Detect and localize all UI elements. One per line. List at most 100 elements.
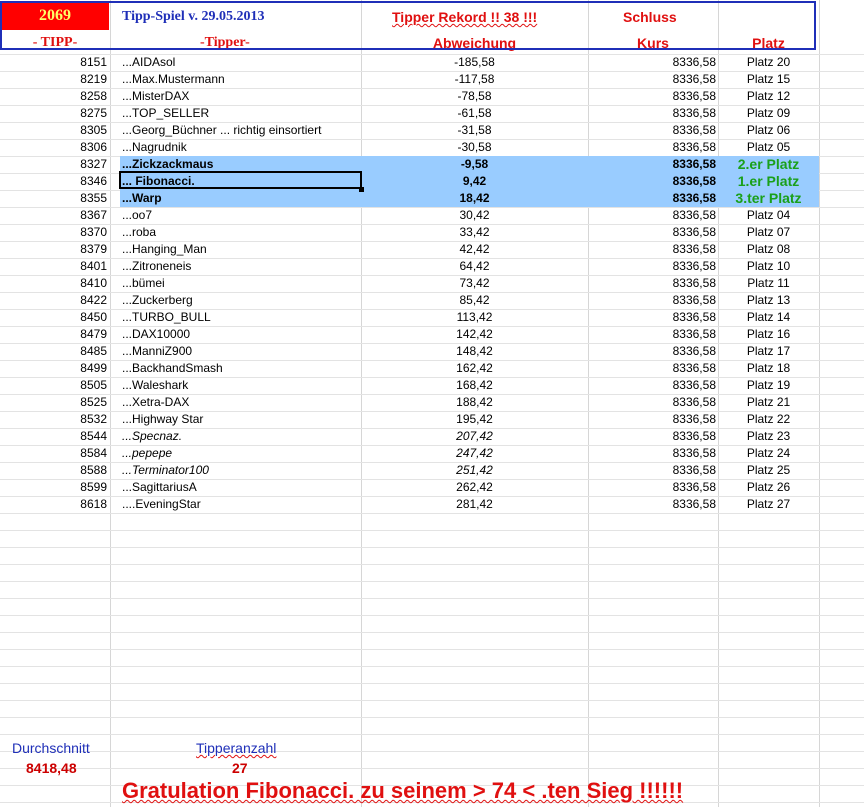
tipper-name-cell[interactable]: ...DAX10000 <box>122 326 360 343</box>
tipper-name-cell[interactable]: ...AIDAsol <box>122 54 360 71</box>
tipper-name-cell[interactable]: ...oo7 <box>122 207 360 224</box>
deviation-cell[interactable]: 247,42 <box>362 445 587 462</box>
platz-cell[interactable]: Platz 23 <box>719 428 818 445</box>
tipp-cell[interactable]: 8450 <box>0 309 107 326</box>
deviation-cell[interactable]: 262,42 <box>362 479 587 496</box>
tipper-name-cell[interactable]: ...TOP_SELLER <box>122 105 360 122</box>
kurs-cell[interactable]: 8336,58 <box>590 462 716 479</box>
kurs-cell[interactable]: 8336,58 <box>590 122 716 139</box>
tipp-cell[interactable]: 8410 <box>0 275 107 292</box>
kurs-cell[interactable]: 8336,58 <box>590 139 716 156</box>
table-row[interactable]: 8450 ...TURBO_BULL 113,42 8336,58 Platz 14 <box>0 309 864 326</box>
kurs-cell[interactable]: 8336,58 <box>590 326 716 343</box>
deviation-cell[interactable]: -78,58 <box>362 88 587 105</box>
platz-cell[interactable]: Platz 10 <box>719 258 818 275</box>
kurs-cell[interactable]: 8336,58 <box>590 428 716 445</box>
deviation-cell[interactable]: 33,42 <box>362 224 587 241</box>
tipp-cell[interactable]: 8525 <box>0 394 107 411</box>
average-value[interactable]: 8418,48 <box>26 760 77 776</box>
table-row[interactable]: 8306 ...Nagrudnik -30,58 8336,58 Platz 05 <box>0 139 864 156</box>
platz-cell[interactable]: Platz 18 <box>719 360 818 377</box>
kurs-cell[interactable]: 8336,58 <box>590 496 716 513</box>
deviation-cell[interactable]: 188,42 <box>362 394 587 411</box>
tipper-name-cell[interactable]: ...Hanging_Man <box>122 241 360 258</box>
deviation-cell[interactable]: 251,42 <box>362 462 587 479</box>
kurs-cell[interactable]: 8336,58 <box>590 411 716 428</box>
average-label[interactable]: Durchschnitt <box>12 740 90 756</box>
platz-cell[interactable]: Platz 08 <box>719 241 818 258</box>
platz-cell[interactable]: Platz 26 <box>719 479 818 496</box>
platz-cell[interactable]: Platz 15 <box>719 71 818 88</box>
platz-cell[interactable]: 2.er Platz <box>719 156 818 173</box>
platz-cell[interactable]: Platz 13 <box>719 292 818 309</box>
deviation-cell[interactable]: 64,42 <box>362 258 587 275</box>
table-row[interactable]: 8401 ...Zitroneneis 64,42 8336,58 Platz 10 <box>0 258 864 275</box>
kurs-cell[interactable]: 8336,58 <box>590 343 716 360</box>
tipp-cell[interactable]: 8327 <box>0 156 107 173</box>
tipper-count-value[interactable]: 27 <box>232 760 248 776</box>
deviation-cell[interactable]: 207,42 <box>362 428 587 445</box>
table-row[interactable]: 8588 ...Terminator100 251,42 8336,58 Platz 2… <box>0 462 864 479</box>
fill-handle[interactable] <box>359 187 364 192</box>
table-row[interactable]: 8599 ...SagittariusA 262,42 8336,58 Platz 26 <box>0 479 864 496</box>
tipp-cell[interactable]: 8305 <box>0 122 107 139</box>
platz-cell[interactable]: Platz 24 <box>719 445 818 462</box>
table-row[interactable]: 8410 ...bümei 73,42 8336,58 Platz 11 <box>0 275 864 292</box>
tipp-cell[interactable]: 8485 <box>0 343 107 360</box>
table-row[interactable]: 8422 ...Zuckerberg 85,42 8336,58 Platz 13 <box>0 292 864 309</box>
tipp-cell[interactable]: 8367 <box>0 207 107 224</box>
kurs-cell[interactable]: 8336,58 <box>590 54 716 71</box>
tipper-name-cell[interactable]: ...TURBO_BULL <box>122 309 360 326</box>
platz-cell[interactable]: Platz 06 <box>719 122 818 139</box>
kurs-cell[interactable]: 8336,58 <box>590 71 716 88</box>
table-row[interactable]: 8499 ...BackhandSmash 162,42 8336,58 Platz 1… <box>0 360 864 377</box>
table-row[interactable]: 8525 ...Xetra-DAX 188,42 8336,58 Platz 21 <box>0 394 864 411</box>
table-row[interactable]: 8219 ...Max.Mustermann -117,58 8336,58 Platz… <box>0 71 864 88</box>
platz-cell[interactable]: Platz 17 <box>719 343 818 360</box>
table-row[interactable]: 8275 ...TOP_SELLER -61,58 8336,58 Platz 09 <box>0 105 864 122</box>
kurs-cell[interactable]: 8336,58 <box>590 105 716 122</box>
deviation-cell[interactable]: -30,58 <box>362 139 587 156</box>
tipper-name-cell[interactable]: ....EveningStar <box>122 496 360 513</box>
table-row[interactable]: 8355 ...Warp 18,42 8336,58 3.ter Platz <box>0 190 864 207</box>
kurs-cell[interactable]: 8336,58 <box>590 394 716 411</box>
table-row[interactable]: 8379 ...Hanging_Man 42,42 8336,58 Platz 08 <box>0 241 864 258</box>
table-row[interactable]: 8305 ...Georg_Büchner ... richtig einsort… <box>0 122 864 139</box>
tipp-cell[interactable]: 8306 <box>0 139 107 156</box>
kurs-cell[interactable]: 8336,58 <box>590 224 716 241</box>
active-cell-selection[interactable] <box>119 171 362 189</box>
platz-cell[interactable]: Platz 25 <box>719 462 818 479</box>
tipper-name-cell[interactable]: ...Xetra-DAX <box>122 394 360 411</box>
deviation-cell[interactable]: -31,58 <box>362 122 587 139</box>
kurs-cell[interactable]: 8336,58 <box>590 156 716 173</box>
deviation-cell[interactable]: 42,42 <box>362 241 587 258</box>
tipp-cell[interactable]: 8618 <box>0 496 107 513</box>
deviation-cell[interactable]: 18,42 <box>362 190 587 207</box>
platz-cell[interactable]: Platz 12 <box>719 88 818 105</box>
kurs-cell[interactable]: 8336,58 <box>590 445 716 462</box>
table-row[interactable]: 8532 ...Highway Star 195,42 8336,58 Platz 22 <box>0 411 864 428</box>
deviation-cell[interactable]: 113,42 <box>362 309 587 326</box>
tipper-name-cell[interactable]: ...ManniZ900 <box>122 343 360 360</box>
kurs-cell[interactable]: 8336,58 <box>590 275 716 292</box>
tipper-name-cell[interactable]: ...BackhandSmash <box>122 360 360 377</box>
table-row[interactable]: 8151 ...AIDAsol -185,58 8336,58 Platz 20 <box>0 54 864 71</box>
platz-cell[interactable]: 1.er Platz <box>719 173 818 190</box>
tipper-name-cell[interactable]: ...MisterDAX <box>122 88 360 105</box>
deviation-cell[interactable]: -9,58 <box>362 156 587 173</box>
deviation-cell[interactable]: 195,42 <box>362 411 587 428</box>
tipp-cell[interactable]: 8370 <box>0 224 107 241</box>
platz-cell[interactable]: Platz 27 <box>719 496 818 513</box>
tipper-name-cell[interactable]: ...SagittariusA <box>122 479 360 496</box>
tipp-cell[interactable]: 8599 <box>0 479 107 496</box>
kurs-cell[interactable]: 8336,58 <box>590 241 716 258</box>
tipp-cell[interactable]: 8532 <box>0 411 107 428</box>
deviation-cell[interactable]: 168,42 <box>362 377 587 394</box>
table-row[interactable]: 8258 ...MisterDAX -78,58 8336,58 Platz 12 <box>0 88 864 105</box>
tipper-name-cell[interactable]: ...pepepe <box>122 445 360 462</box>
kurs-cell[interactable]: 8336,58 <box>590 377 716 394</box>
kurs-cell[interactable]: 8336,58 <box>590 479 716 496</box>
tipp-cell[interactable]: 8379 <box>0 241 107 258</box>
platz-cell[interactable]: Platz 21 <box>719 394 818 411</box>
tipper-name-cell[interactable]: ...Max.Mustermann <box>122 71 360 88</box>
